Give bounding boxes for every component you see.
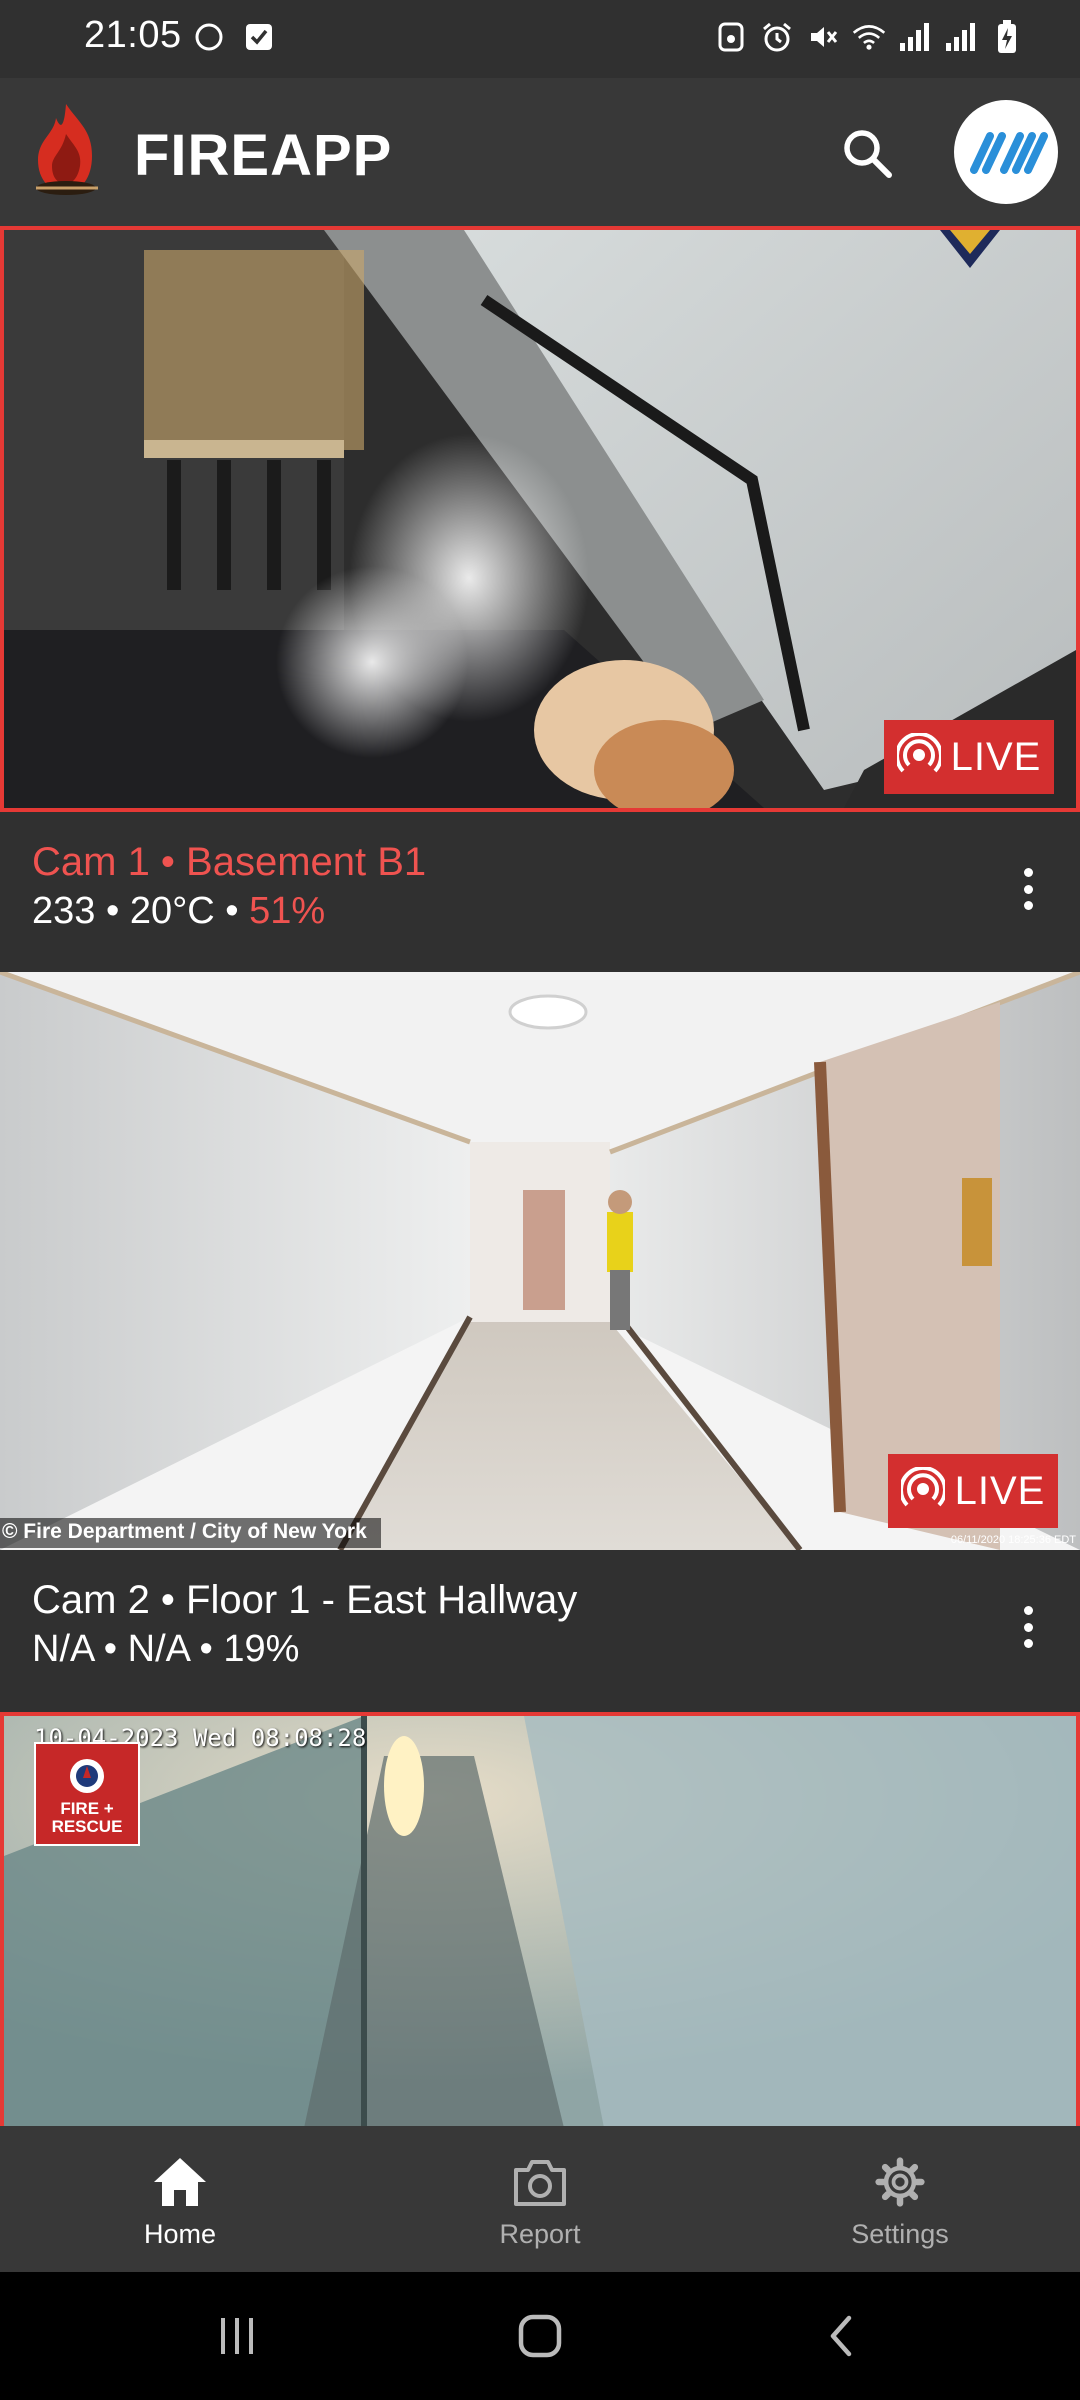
wifi-icon	[852, 20, 886, 54]
camera-image[interactable]: LIVE	[0, 226, 1080, 812]
nav-home[interactable]: Home	[0, 2126, 360, 2272]
status-time: 21:05	[84, 14, 182, 56]
camera-meta: 233 • 20°C • 51%	[32, 890, 325, 933]
back-icon[interactable]	[808, 2304, 878, 2368]
nav-home-label: Home	[143, 2219, 217, 2249]
signal-icon	[898, 20, 932, 54]
camera-feed[interactable]: LIVE Cam 1 • Basement B1 233 • 20°C • 51…	[0, 226, 1080, 2126]
live-badge: LIVE	[888, 1454, 1058, 1528]
search-icon[interactable]	[836, 122, 898, 184]
camera-title: Cam 1 • Basement B1	[32, 840, 427, 884]
nav-settings-label: Settings	[851, 2219, 949, 2249]
battery-charging-icon	[990, 20, 1024, 54]
image-credit-caption: © Fire Department / City of New York	[0, 1518, 381, 1548]
live-broadcast-icon	[898, 1465, 947, 1516]
mute-icon	[806, 20, 840, 54]
camera-image[interactable]: LIVE © Fire Department / City of New Yor…	[0, 972, 1080, 1550]
fire-rescue-badge-text: FIRE + RESCUE	[51, 1799, 123, 1836]
moon-icon	[192, 20, 226, 54]
status-right-icons	[714, 20, 1024, 54]
status-left-icons	[192, 20, 276, 54]
live-badge: LIVE	[884, 720, 1054, 794]
app-bar: FIREAPP	[0, 78, 1080, 226]
camera-info[interactable]: Cam 2 • Floor 1 - East Hallway N/A • N/A…	[0, 1550, 1080, 1710]
home-button-icon[interactable]	[505, 2304, 575, 2368]
live-label: LIVE	[954, 1468, 1046, 1513]
live-broadcast-icon	[894, 731, 943, 782]
recent-apps-icon[interactable]	[202, 2304, 272, 2368]
camera-meta-values: 233 • 20°C •	[32, 890, 250, 932]
camera-title: Cam 2 • Floor 1 - East Hallway	[32, 1578, 578, 1622]
bottom-navigation: Home Report Settings	[0, 2126, 1080, 2272]
checkbox-icon	[242, 20, 276, 54]
live-label: LIVE	[950, 734, 1042, 779]
nav-report-label: Report	[499, 2219, 581, 2249]
lock-icon	[714, 20, 748, 54]
camera-icon	[512, 2156, 568, 2213]
camera-image[interactable]: 10-04-2023 Wed 08:08:28 FIRE + RESCUE	[0, 1712, 1080, 2126]
fire-rescue-badge: FIRE + RESCUE	[34, 1742, 140, 1846]
camera-meta-values: N/A • N/A • 19%	[32, 1628, 300, 1670]
home-icon	[152, 2156, 208, 2213]
fire-rescue-crest-icon	[70, 1759, 104, 1793]
gear-icon	[872, 2156, 928, 2213]
nav-report[interactable]: Report	[360, 2126, 720, 2272]
camera-timestamp: 06/11/2020 18:25:36 EDT	[950, 1534, 1076, 1546]
alarm-icon	[760, 20, 794, 54]
camera-meta-alert-value: 51%	[249, 890, 326, 932]
flame-logo-icon	[26, 100, 106, 204]
more-options-icon[interactable]	[1016, 1592, 1040, 1662]
app-title: FIREAPP	[134, 123, 393, 188]
signal-icon	[944, 20, 978, 54]
more-options-icon[interactable]	[1016, 854, 1040, 924]
status-bar: 21:05	[0, 0, 1080, 78]
camera-meta: N/A • N/A • 19%	[32, 1628, 299, 1671]
camera-info[interactable]: Cam 1 • Basement B1 233 • 20°C • 51%	[0, 812, 1080, 972]
user-avatar[interactable]	[954, 100, 1058, 204]
nav-settings[interactable]: Settings	[720, 2126, 1080, 2272]
system-navigation-bar	[0, 2272, 1080, 2400]
